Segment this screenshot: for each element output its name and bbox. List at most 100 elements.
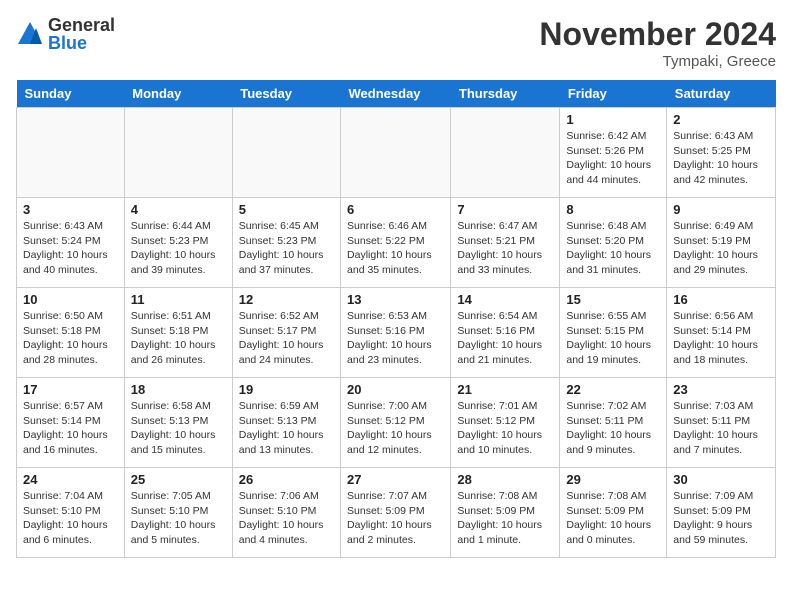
calendar-cell <box>451 108 560 198</box>
calendar-cell: 3 Sunrise: 6:43 AMSunset: 5:24 PMDaylight… <box>17 198 125 288</box>
day-number: 23 <box>673 382 769 397</box>
day-number: 26 <box>239 472 334 487</box>
day-number: 2 <box>673 112 769 127</box>
day-info: Sunrise: 6:49 AMSunset: 5:19 PMDaylight:… <box>673 219 769 278</box>
day-info: Sunrise: 6:48 AMSunset: 5:20 PMDaylight:… <box>566 219 660 278</box>
calendar-cell <box>124 108 232 198</box>
calendar-cell: 4 Sunrise: 6:44 AMSunset: 5:23 PMDaylight… <box>124 198 232 288</box>
calendar-cell: 13Sunrise: 6:53 AMSunset: 5:16 PMDayligh… <box>341 288 451 378</box>
calendar-week-1: 1 Sunrise: 6:42 AMSunset: 5:26 PMDaylight… <box>17 108 776 198</box>
day-info: Sunrise: 6:44 AMSunset: 5:23 PMDaylight:… <box>131 219 226 278</box>
day-info: Sunrise: 7:02 AMSunset: 5:11 PMDaylight:… <box>566 399 660 458</box>
day-number: 12 <box>239 292 334 307</box>
col-header-friday: Friday <box>560 80 667 108</box>
day-number: 27 <box>347 472 444 487</box>
day-number: 30 <box>673 472 769 487</box>
day-number: 4 <box>131 202 226 217</box>
calendar-week-3: 10Sunrise: 6:50 AMSunset: 5:18 PMDayligh… <box>17 288 776 378</box>
day-info: Sunrise: 7:05 AMSunset: 5:10 PMDaylight:… <box>131 489 226 548</box>
day-info: Sunrise: 6:54 AMSunset: 5:16 PMDaylight:… <box>457 309 553 368</box>
day-info: Sunrise: 7:03 AMSunset: 5:11 PMDaylight:… <box>673 399 769 458</box>
calendar-cell: 24 Sunrise: 7:04 AMSunset: 5:10 PMDayligh… <box>17 468 125 558</box>
day-info: Sunrise: 7:08 AMSunset: 5:09 PMDaylight:… <box>457 489 553 548</box>
calendar-cell: 28 Sunrise: 7:08 AMSunset: 5:09 PMDayligh… <box>451 468 560 558</box>
day-number: 28 <box>457 472 553 487</box>
day-number: 22 <box>566 382 660 397</box>
calendar-week-5: 24 Sunrise: 7:04 AMSunset: 5:10 PMDayligh… <box>17 468 776 558</box>
calendar-cell: 15Sunrise: 6:55 AMSunset: 5:15 PMDayligh… <box>560 288 667 378</box>
month-year: November 2024 <box>539 16 776 53</box>
day-info: Sunrise: 6:42 AMSunset: 5:26 PMDaylight:… <box>566 129 660 188</box>
logo-text: General Blue <box>48 16 115 52</box>
calendar-cell: 12 Sunrise: 6:52 AMSunset: 5:17 PMDayligh… <box>232 288 340 378</box>
day-info: Sunrise: 6:51 AMSunset: 5:18 PMDaylight:… <box>131 309 226 368</box>
day-number: 25 <box>131 472 226 487</box>
col-header-thursday: Thursday <box>451 80 560 108</box>
title-block: November 2024 Tympaki, Greece <box>539 16 776 70</box>
day-number: 6 <box>347 202 444 217</box>
day-number: 18 <box>131 382 226 397</box>
day-number: 29 <box>566 472 660 487</box>
day-info: Sunrise: 6:52 AMSunset: 5:17 PMDaylight:… <box>239 309 334 368</box>
day-info: Sunrise: 6:57 AMSunset: 5:14 PMDaylight:… <box>23 399 118 458</box>
page-header: General Blue November 2024 Tympaki, Gree… <box>16 16 776 70</box>
logo-general: General <box>48 16 115 34</box>
logo-icon <box>16 20 44 48</box>
day-info: Sunrise: 6:46 AMSunset: 5:22 PMDaylight:… <box>347 219 444 278</box>
col-header-wednesday: Wednesday <box>341 80 451 108</box>
calendar-cell: 6 Sunrise: 6:46 AMSunset: 5:22 PMDaylight… <box>341 198 451 288</box>
calendar-table: SundayMondayTuesdayWednesdayThursdayFrid… <box>16 80 776 558</box>
calendar-cell <box>341 108 451 198</box>
day-info: Sunrise: 6:47 AMSunset: 5:21 PMDaylight:… <box>457 219 553 278</box>
day-number: 5 <box>239 202 334 217</box>
calendar-week-2: 3 Sunrise: 6:43 AMSunset: 5:24 PMDaylight… <box>17 198 776 288</box>
calendar-cell: 19Sunrise: 6:59 AMSunset: 5:13 PMDayligh… <box>232 378 340 468</box>
calendar-cell: 5Sunrise: 6:45 AMSunset: 5:23 PMDaylight… <box>232 198 340 288</box>
calendar-cell: 29 Sunrise: 7:08 AMSunset: 5:09 PMDayligh… <box>560 468 667 558</box>
location: Tympaki, Greece <box>539 53 776 70</box>
day-info: Sunrise: 6:43 AMSunset: 5:24 PMDaylight:… <box>23 219 118 278</box>
day-info: Sunrise: 7:04 AMSunset: 5:10 PMDaylight:… <box>23 489 118 548</box>
calendar-cell: 23 Sunrise: 7:03 AMSunset: 5:11 PMDayligh… <box>667 378 776 468</box>
logo: General Blue <box>16 16 115 52</box>
calendar-cell: 2Sunrise: 6:43 AMSunset: 5:25 PMDaylight… <box>667 108 776 198</box>
day-number: 3 <box>23 202 118 217</box>
calendar-cell <box>17 108 125 198</box>
calendar-cell: 7 Sunrise: 6:47 AMSunset: 5:21 PMDaylight… <box>451 198 560 288</box>
day-info: Sunrise: 6:58 AMSunset: 5:13 PMDaylight:… <box>131 399 226 458</box>
calendar-cell: 20Sunrise: 7:00 AMSunset: 5:12 PMDayligh… <box>341 378 451 468</box>
day-info: Sunrise: 7:08 AMSunset: 5:09 PMDaylight:… <box>566 489 660 548</box>
day-info: Sunrise: 7:09 AMSunset: 5:09 PMDaylight:… <box>673 489 769 548</box>
calendar-cell: 22 Sunrise: 7:02 AMSunset: 5:11 PMDayligh… <box>560 378 667 468</box>
calendar-header-row: SundayMondayTuesdayWednesdayThursdayFrid… <box>17 80 776 108</box>
day-info: Sunrise: 6:56 AMSunset: 5:14 PMDaylight:… <box>673 309 769 368</box>
day-number: 11 <box>131 292 226 307</box>
day-number: 20 <box>347 382 444 397</box>
day-number: 21 <box>457 382 553 397</box>
day-number: 24 <box>23 472 118 487</box>
day-number: 8 <box>566 202 660 217</box>
col-header-saturday: Saturday <box>667 80 776 108</box>
day-info: Sunrise: 6:53 AMSunset: 5:16 PMDaylight:… <box>347 309 444 368</box>
day-number: 7 <box>457 202 553 217</box>
calendar-cell: 14 Sunrise: 6:54 AMSunset: 5:16 PMDayligh… <box>451 288 560 378</box>
calendar-cell: 25 Sunrise: 7:05 AMSunset: 5:10 PMDayligh… <box>124 468 232 558</box>
day-info: Sunrise: 7:06 AMSunset: 5:10 PMDaylight:… <box>239 489 334 548</box>
day-number: 17 <box>23 382 118 397</box>
day-info: Sunrise: 6:59 AMSunset: 5:13 PMDaylight:… <box>239 399 334 458</box>
day-info: Sunrise: 7:01 AMSunset: 5:12 PMDaylight:… <box>457 399 553 458</box>
calendar-cell: 11 Sunrise: 6:51 AMSunset: 5:18 PMDayligh… <box>124 288 232 378</box>
day-number: 10 <box>23 292 118 307</box>
day-number: 1 <box>566 112 660 127</box>
col-header-sunday: Sunday <box>17 80 125 108</box>
calendar-cell: 18 Sunrise: 6:58 AMSunset: 5:13 PMDayligh… <box>124 378 232 468</box>
calendar-cell: 1 Sunrise: 6:42 AMSunset: 5:26 PMDaylight… <box>560 108 667 198</box>
calendar-cell: 30 Sunrise: 7:09 AMSunset: 5:09 PMDayligh… <box>667 468 776 558</box>
calendar-cell <box>232 108 340 198</box>
calendar-cell: 16Sunrise: 6:56 AMSunset: 5:14 PMDayligh… <box>667 288 776 378</box>
col-header-monday: Monday <box>124 80 232 108</box>
day-number: 14 <box>457 292 553 307</box>
day-info: Sunrise: 7:07 AMSunset: 5:09 PMDaylight:… <box>347 489 444 548</box>
day-number: 15 <box>566 292 660 307</box>
col-header-tuesday: Tuesday <box>232 80 340 108</box>
